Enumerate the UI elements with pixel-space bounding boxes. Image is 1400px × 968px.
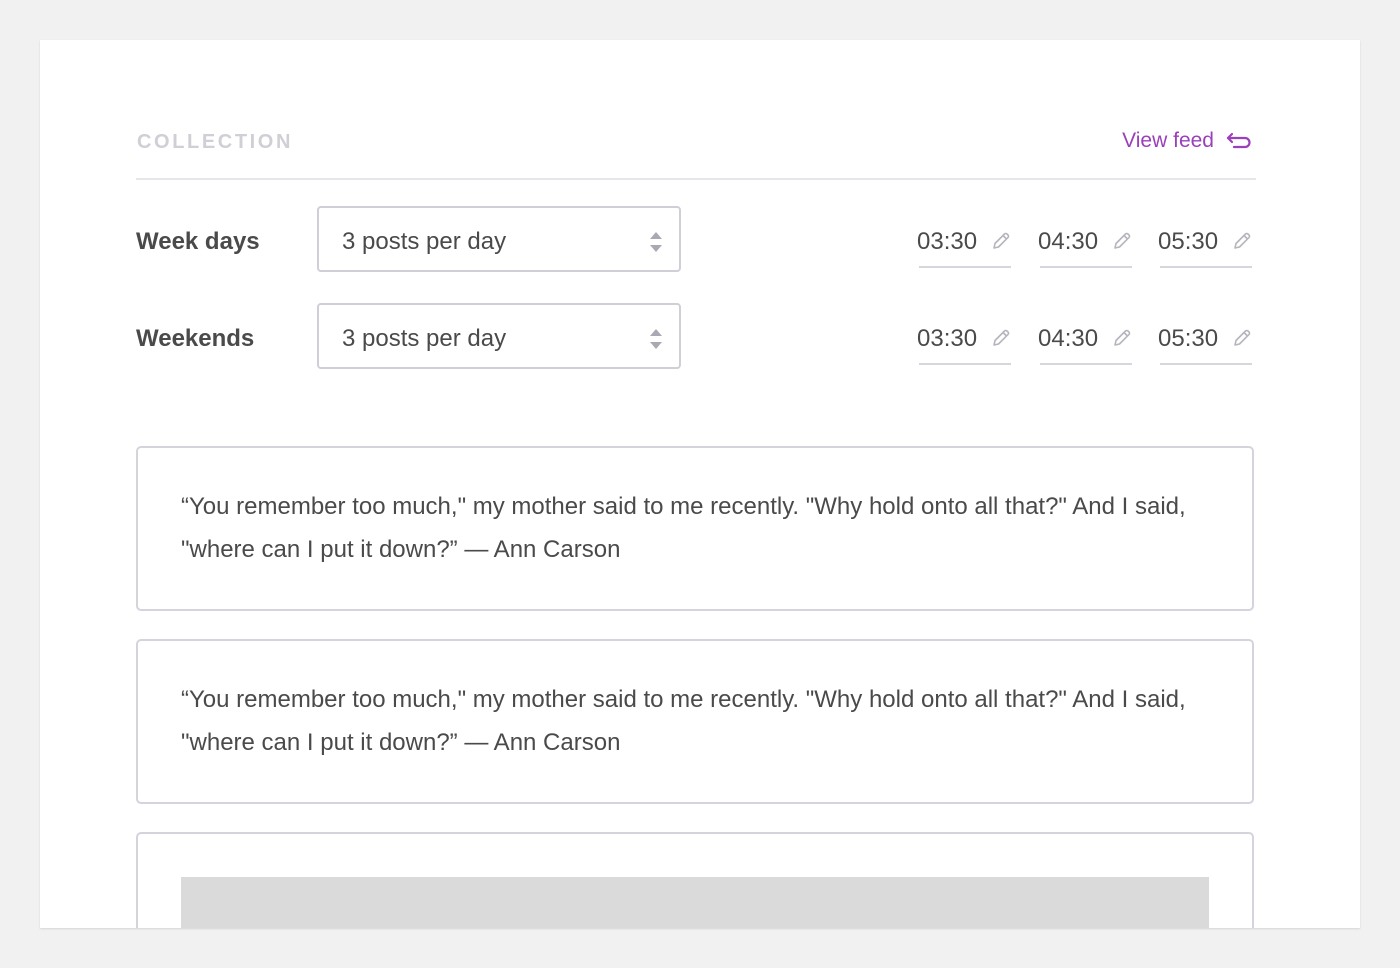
section-title: COLLECTION: [137, 131, 293, 153]
time-slot[interactable]: 03:30: [917, 325, 1011, 365]
row-label: Weekends: [136, 325, 255, 352]
view-feed-link[interactable]: View feed: [1122, 129, 1252, 153]
frequency-value: 3 posts per day: [342, 325, 507, 352]
post-card-media[interactable]: [136, 832, 1254, 928]
post-text: “You remember too much," my mother said …: [181, 493, 1186, 563]
pencil-icon: [1232, 328, 1252, 353]
post-card[interactable]: “You remember too much," my mother said …: [136, 639, 1254, 804]
collection-header: COLLECTION View feed: [136, 128, 1256, 180]
pencil-icon: [1232, 231, 1252, 256]
time-slot[interactable]: 05:30: [1158, 325, 1252, 365]
time-value: 05:30: [1158, 325, 1219, 352]
time-value: 05:30: [1158, 228, 1219, 255]
return-arrow-icon: [1226, 132, 1252, 150]
frequency-value: 3 posts per day: [342, 228, 507, 255]
time-value: 03:30: [917, 325, 978, 352]
post-card[interactable]: “You remember too much," my mother said …: [136, 446, 1254, 611]
collection-card: COLLECTION View feed Week days 3 posts p…: [40, 40, 1360, 928]
time-slot[interactable]: 03:30: [917, 228, 1011, 268]
pencil-icon: [1112, 231, 1132, 256]
time-slot[interactable]: 04:30: [1038, 228, 1132, 268]
post-text: “You remember too much," my mother said …: [181, 686, 1186, 756]
time-value: 04:30: [1038, 325, 1099, 352]
pencil-icon: [991, 231, 1011, 256]
frequency-select[interactable]: 3 posts per day: [317, 303, 681, 369]
row-label: Week days: [136, 228, 260, 255]
select-arrows-icon: [649, 327, 663, 356]
frequency-select[interactable]: 3 posts per day: [317, 206, 681, 272]
time-slot[interactable]: 05:30: [1158, 228, 1252, 268]
time-value: 03:30: [917, 228, 978, 255]
schedule-row-weekends: Weekends 3 posts per day 03:30 04:30 05:…: [136, 303, 1256, 373]
time-value: 04:30: [1038, 228, 1099, 255]
image-placeholder: [181, 877, 1209, 928]
select-arrows-icon: [649, 230, 663, 259]
time-slot[interactable]: 04:30: [1038, 325, 1132, 365]
view-feed-label: View feed: [1122, 129, 1214, 152]
pencil-icon: [1112, 328, 1132, 353]
pencil-icon: [991, 328, 1011, 353]
schedule-row-weekdays: Week days 3 posts per day 03:30 04:30 05…: [136, 206, 1256, 276]
